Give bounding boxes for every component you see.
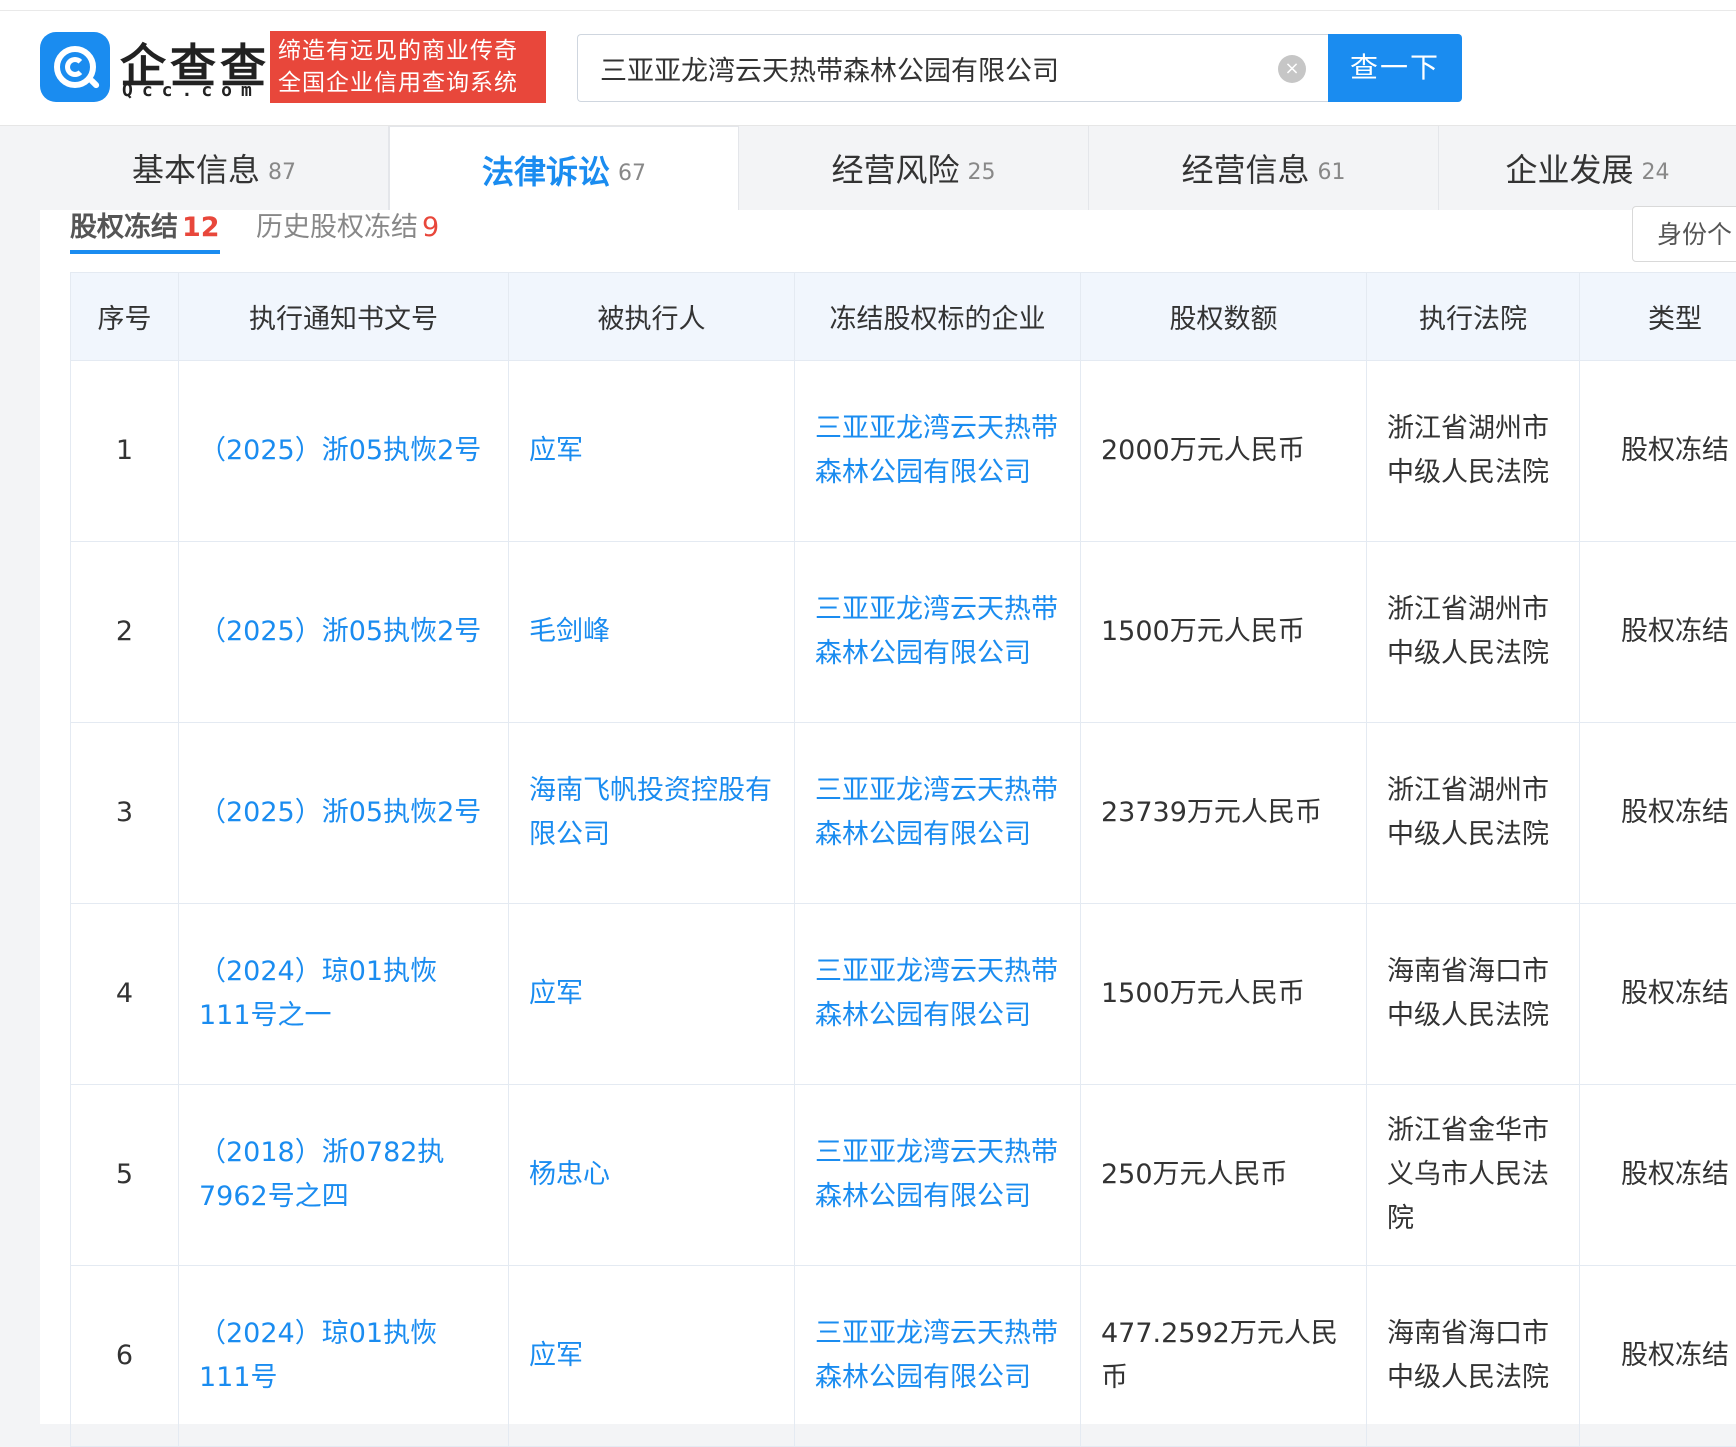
cell-doc-link[interactable]: （2024）琼01执恢111号之一 [179, 904, 509, 1085]
header-doc-no: 执行通知书文号 [179, 273, 509, 361]
cell-no: 4 [71, 904, 179, 1085]
header-court: 执行法院 [1367, 273, 1580, 361]
cell-company-link[interactable]: 三亚亚龙湾云天热带森林公园有限公司 [795, 723, 1081, 904]
logo-domain: Qcc.com [122, 80, 261, 101]
tab-label: 经营风险 [831, 145, 959, 191]
cell-amount: 250万元人民币 [1081, 1085, 1367, 1266]
tab-label: 经营信息 [1181, 145, 1309, 191]
clear-icon[interactable]: × [1278, 55, 1306, 83]
cell-doc-link[interactable]: （2025）浙05执恢2号 [179, 361, 509, 542]
cell-company-link[interactable]: 三亚亚龙湾云天热带森林公园有限公司 [795, 1085, 1081, 1266]
cell-type: 股权冻结 [1580, 904, 1736, 1085]
cell-doc-link[interactable]: （2018）浙0782执7962号之四 [179, 1085, 509, 1266]
subtab-count: 9 [422, 212, 439, 243]
table-row: 1 （2025）浙05执恢2号 应军 三亚亚龙湾云天热带森林公园有限公司 200… [71, 361, 1736, 542]
tab-count: 61 [1318, 160, 1346, 185]
subtab-label: 历史股权冻结 [256, 212, 418, 243]
cell-amount: 2000万元人民币 [1081, 361, 1367, 542]
cell-person-link[interactable]: 应军 [509, 1266, 795, 1447]
header-person: 被执行人 [509, 273, 795, 361]
tab-business-risk[interactable]: 经营风险 25 [739, 126, 1089, 210]
main-tabs: 基本信息 87 法律诉讼 67 经营风险 25 经营信息 61 企业发展 24 [40, 126, 1736, 210]
cell-company-link[interactable]: 三亚亚龙湾云天热带森林公园有限公司 [795, 904, 1081, 1085]
cell-type: 股权冻结 [1580, 542, 1736, 723]
cell-amount: 477.2592万元人民币 [1081, 1266, 1367, 1447]
cell-no: 5 [71, 1085, 179, 1266]
cell-doc-link[interactable]: （2025）浙05执恢2号 [179, 542, 509, 723]
cell-amount: 23739万元人民币 [1081, 723, 1367, 904]
subtab-equity-freeze[interactable]: 股权冻结12 [70, 210, 220, 254]
cell-no: 6 [71, 1266, 179, 1447]
cell-court: 海南省海口市中级人民法院 [1367, 904, 1580, 1085]
cell-no: 1 [71, 361, 179, 542]
cell-court: 浙江省湖州市中级人民法院 [1367, 723, 1580, 904]
tab-count: 24 [1642, 160, 1670, 185]
tab-legal-litigation[interactable]: 法律诉讼 67 [389, 126, 739, 212]
cell-type: 股权冻结 [1580, 361, 1736, 542]
cell-company-link[interactable]: 三亚亚龙湾云天热带森林公园有限公司 [795, 1266, 1081, 1447]
tab-basic-info[interactable]: 基本信息 87 [40, 126, 389, 210]
cell-company-link[interactable]: 三亚亚龙湾云天热带森林公园有限公司 [795, 361, 1081, 542]
cell-type: 股权冻结 [1580, 1085, 1736, 1266]
subtab-label: 股权冻结 [70, 212, 178, 243]
tab-count: 25 [968, 160, 996, 185]
cell-court: 海南省海口市中级人民法院 [1367, 1266, 1580, 1447]
table-row: 6 （2024）琼01执恢111号 应军 三亚亚龙湾云天热带森林公园有限公司 4… [71, 1266, 1736, 1447]
cell-no: 2 [71, 542, 179, 723]
header-company: 冻结股权标的企业 [795, 273, 1081, 361]
cell-type: 股权冻结 [1580, 723, 1736, 904]
table-row: 2 （2025）浙05执恢2号 毛剑峰 三亚亚龙湾云天热带森林公园有限公司 15… [71, 542, 1736, 723]
tab-count: 67 [618, 161, 646, 186]
slogan-line-1: 缔造有远见的商业传奇 [278, 35, 538, 67]
cell-amount: 1500万元人民币 [1081, 904, 1367, 1085]
tab-count: 87 [268, 160, 296, 185]
slogan-line-2: 全国企业信用查询系统 [278, 67, 538, 99]
cell-person-link[interactable]: 应军 [509, 904, 795, 1085]
cell-court: 浙江省湖州市中级人民法院 [1367, 361, 1580, 542]
cell-doc-link[interactable]: （2025）浙05执恢2号 [179, 723, 509, 904]
cell-person-link[interactable]: 毛剑峰 [509, 542, 795, 723]
header-no: 序号 [71, 273, 179, 361]
search-input[interactable] [600, 35, 1240, 101]
header-type: 类型 [1580, 273, 1736, 361]
cell-person-link[interactable]: 杨忠心 [509, 1085, 795, 1266]
top-header: 企查查 Qcc.com 缔造有远见的商业传奇 全国企业信用查询系统 × 查一下 [0, 0, 1736, 126]
tab-label: 法律诉讼 [482, 147, 610, 193]
table-row: 3 （2025）浙05执恢2号 海南飞帆投资控股有限公司 三亚亚龙湾云天热带森林… [71, 723, 1736, 904]
equity-freeze-table: 序号 执行通知书文号 被执行人 冻结股权标的企业 股权数额 执行法院 类型 1 … [70, 272, 1736, 1447]
search-button[interactable]: 查一下 [1328, 34, 1462, 102]
header-divider [0, 10, 1736, 11]
cell-company-link[interactable]: 三亚亚龙湾云天热带森林公园有限公司 [795, 542, 1081, 723]
cell-court: 浙江省金华市义乌市人民法院 [1367, 1085, 1580, 1266]
cell-amount: 1500万元人民币 [1081, 542, 1367, 723]
cell-doc-link[interactable]: （2024）琼01执恢111号 [179, 1266, 509, 1447]
table-header-row: 序号 执行通知书文号 被执行人 冻结股权标的企业 股权数额 执行法院 类型 [71, 273, 1736, 361]
cell-court: 浙江省湖州市中级人民法院 [1367, 542, 1580, 723]
cell-type: 股权冻结 [1580, 1266, 1736, 1447]
table-row: 4 （2024）琼01执恢111号之一 应军 三亚亚龙湾云天热带森林公园有限公司… [71, 904, 1736, 1085]
subtab-count: 12 [182, 212, 220, 243]
tab-label: 基本信息 [132, 145, 260, 191]
content-card: 股权冻结12 历史股权冻结9 身份个 序号 执行通知书文号 被执行人 冻结股权标… [40, 210, 1736, 1424]
identity-filter-dropdown[interactable]: 身份个 [1632, 206, 1736, 262]
cell-person-link[interactable]: 海南飞帆投资控股有限公司 [509, 723, 795, 904]
header-amount: 股权数额 [1081, 273, 1367, 361]
slogan-banner: 缔造有远见的商业传奇 全国企业信用查询系统 [270, 31, 546, 103]
table-row: 5 （2018）浙0782执7962号之四 杨忠心 三亚亚龙湾云天热带森林公园有… [71, 1085, 1736, 1266]
cell-no: 3 [71, 723, 179, 904]
tab-label: 企业发展 [1505, 145, 1633, 191]
tab-business-info[interactable]: 经营信息 61 [1089, 126, 1439, 210]
tab-enterprise-development[interactable]: 企业发展 24 [1439, 126, 1736, 210]
subtab-history-equity-freeze[interactable]: 历史股权冻结9 [256, 210, 439, 254]
cell-person-link[interactable]: 应军 [509, 361, 795, 542]
search-box: × [577, 34, 1329, 102]
qcc-logo-icon[interactable] [40, 32, 110, 102]
